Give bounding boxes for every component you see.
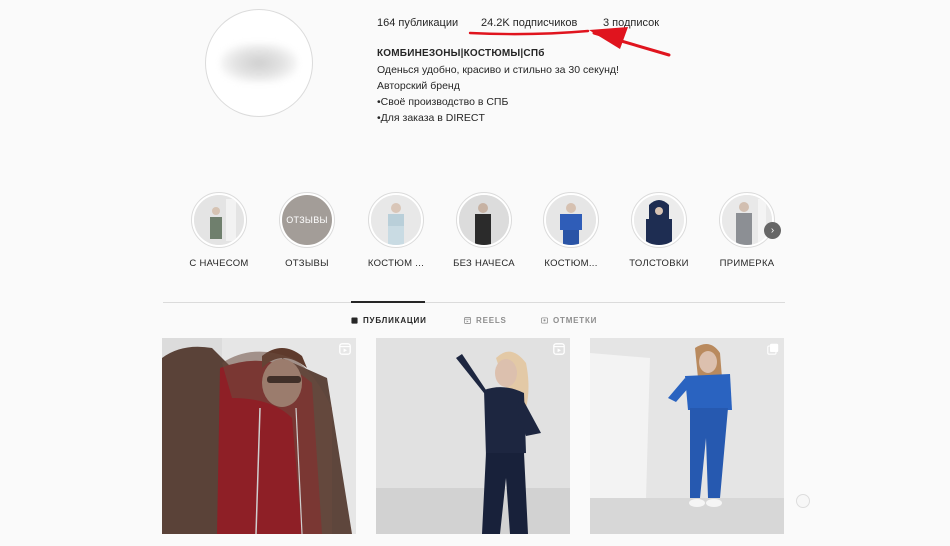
reels-icon <box>553 343 565 355</box>
highlight-ring <box>456 192 512 248</box>
post-tile[interactable] <box>162 338 356 534</box>
post-image <box>376 338 570 534</box>
highlight-label: КОСТЮМ... <box>544 258 598 269</box>
person-photo-icon <box>459 195 509 245</box>
highlight-thumbnail: ОТЗЫВЫ <box>282 195 332 245</box>
highlight-thumb-text: ОТЗЫВЫ <box>286 215 328 225</box>
reels-icon <box>464 317 471 324</box>
highlight-label: БЕЗ НАЧЕСА <box>453 258 515 269</box>
highlight-label: С НАЧЕСОМ <box>189 258 249 269</box>
active-tab-indicator <box>351 301 425 303</box>
tab-posts[interactable]: ПУБЛИКАЦИИ <box>351 316 427 325</box>
person-photo-icon <box>371 195 421 245</box>
reels-icon <box>339 343 351 355</box>
highlight-thumbnail <box>722 195 772 245</box>
highlight-ring <box>191 192 247 248</box>
highlight-item[interactable]: КОСТЮМ... <box>531 192 611 269</box>
highlight-ring <box>719 192 775 248</box>
person-photo-icon <box>194 195 244 245</box>
tab-label: REELS <box>476 316 507 325</box>
post-tile[interactable] <box>376 338 570 534</box>
highlight-thumbnail <box>371 195 421 245</box>
tab-label: ОТМЕТКИ <box>553 316 598 325</box>
tabs-divider <box>163 302 785 303</box>
chevron-right-icon[interactable]: › <box>764 222 781 239</box>
followers-count[interactable]: 24.2K подписчиков <box>481 17 577 29</box>
tab-reels[interactable]: REELS <box>464 316 507 325</box>
highlight-label: ОТЗЫВЫ <box>285 258 329 269</box>
bio-line: •Своё производство в СПБ <box>377 96 509 108</box>
post-image <box>162 338 356 534</box>
bio-line: Оденься удобно, красиво и стильно за 30 … <box>377 64 619 76</box>
posts-count: 164 публикации <box>377 17 459 29</box>
highlight-label: ПРИМЕРКА <box>719 258 775 269</box>
highlight-item[interactable]: ТОЛСТОВКИ <box>619 192 699 269</box>
profile-avatar[interactable] <box>205 9 313 117</box>
watermark-logo <box>796 494 810 508</box>
profile-tabs: ПУБЛИКАЦИИ REELS ОТМЕТКИ <box>0 316 950 328</box>
highlight-thumbnail <box>634 195 684 245</box>
highlight-item[interactable]: КОСТЮМ ... <box>356 192 436 269</box>
carousel-icon <box>767 343 779 355</box>
avatar-blurred-logo <box>220 43 298 83</box>
highlight-ring <box>543 192 599 248</box>
bio-line: Авторский бренд <box>377 80 460 92</box>
highlight-label: ТОЛСТОВКИ <box>629 258 689 269</box>
tab-tagged[interactable]: ОТМЕТКИ <box>541 316 597 325</box>
highlight-ring <box>368 192 424 248</box>
highlight-ring <box>631 192 687 248</box>
highlight-item[interactable]: ОТЗЫВЫ ОТЗЫВЫ <box>267 192 347 269</box>
highlight-thumbnail <box>546 195 596 245</box>
highlight-thumbnail <box>194 195 244 245</box>
tab-label: ПУБЛИКАЦИИ <box>363 316 427 325</box>
post-tile[interactable] <box>590 338 784 534</box>
profile-bio: КОМБИНЕЗОНЫ|КОСТЮМЫ|СПб Оденься удобно, … <box>377 46 619 126</box>
person-photo-icon <box>546 195 596 245</box>
story-highlights: С НАЧЕСОМ ОТЗЫВЫ ОТЗЫВЫ КОСТЮМ ... БЕЗ Н… <box>0 192 950 272</box>
highlight-item[interactable]: С НАЧЕСОМ <box>179 192 259 269</box>
person-photo-icon <box>634 195 684 245</box>
grid-icon <box>351 317 358 324</box>
post-image <box>590 338 784 534</box>
highlight-item[interactable]: БЕЗ НАЧЕСА <box>444 192 524 269</box>
tagged-icon <box>541 317 548 324</box>
profile-name: КОМБИНЕЗОНЫ|КОСТЮМЫ|СПб <box>377 48 545 59</box>
highlight-thumbnail <box>459 195 509 245</box>
following-count[interactable]: 3 подписок <box>603 17 659 29</box>
bio-line: •Для заказа в DIRECT <box>377 112 485 124</box>
highlight-ring: ОТЗЫВЫ <box>279 192 335 248</box>
highlight-label: КОСТЮМ ... <box>367 258 425 269</box>
person-photo-icon <box>722 195 772 245</box>
